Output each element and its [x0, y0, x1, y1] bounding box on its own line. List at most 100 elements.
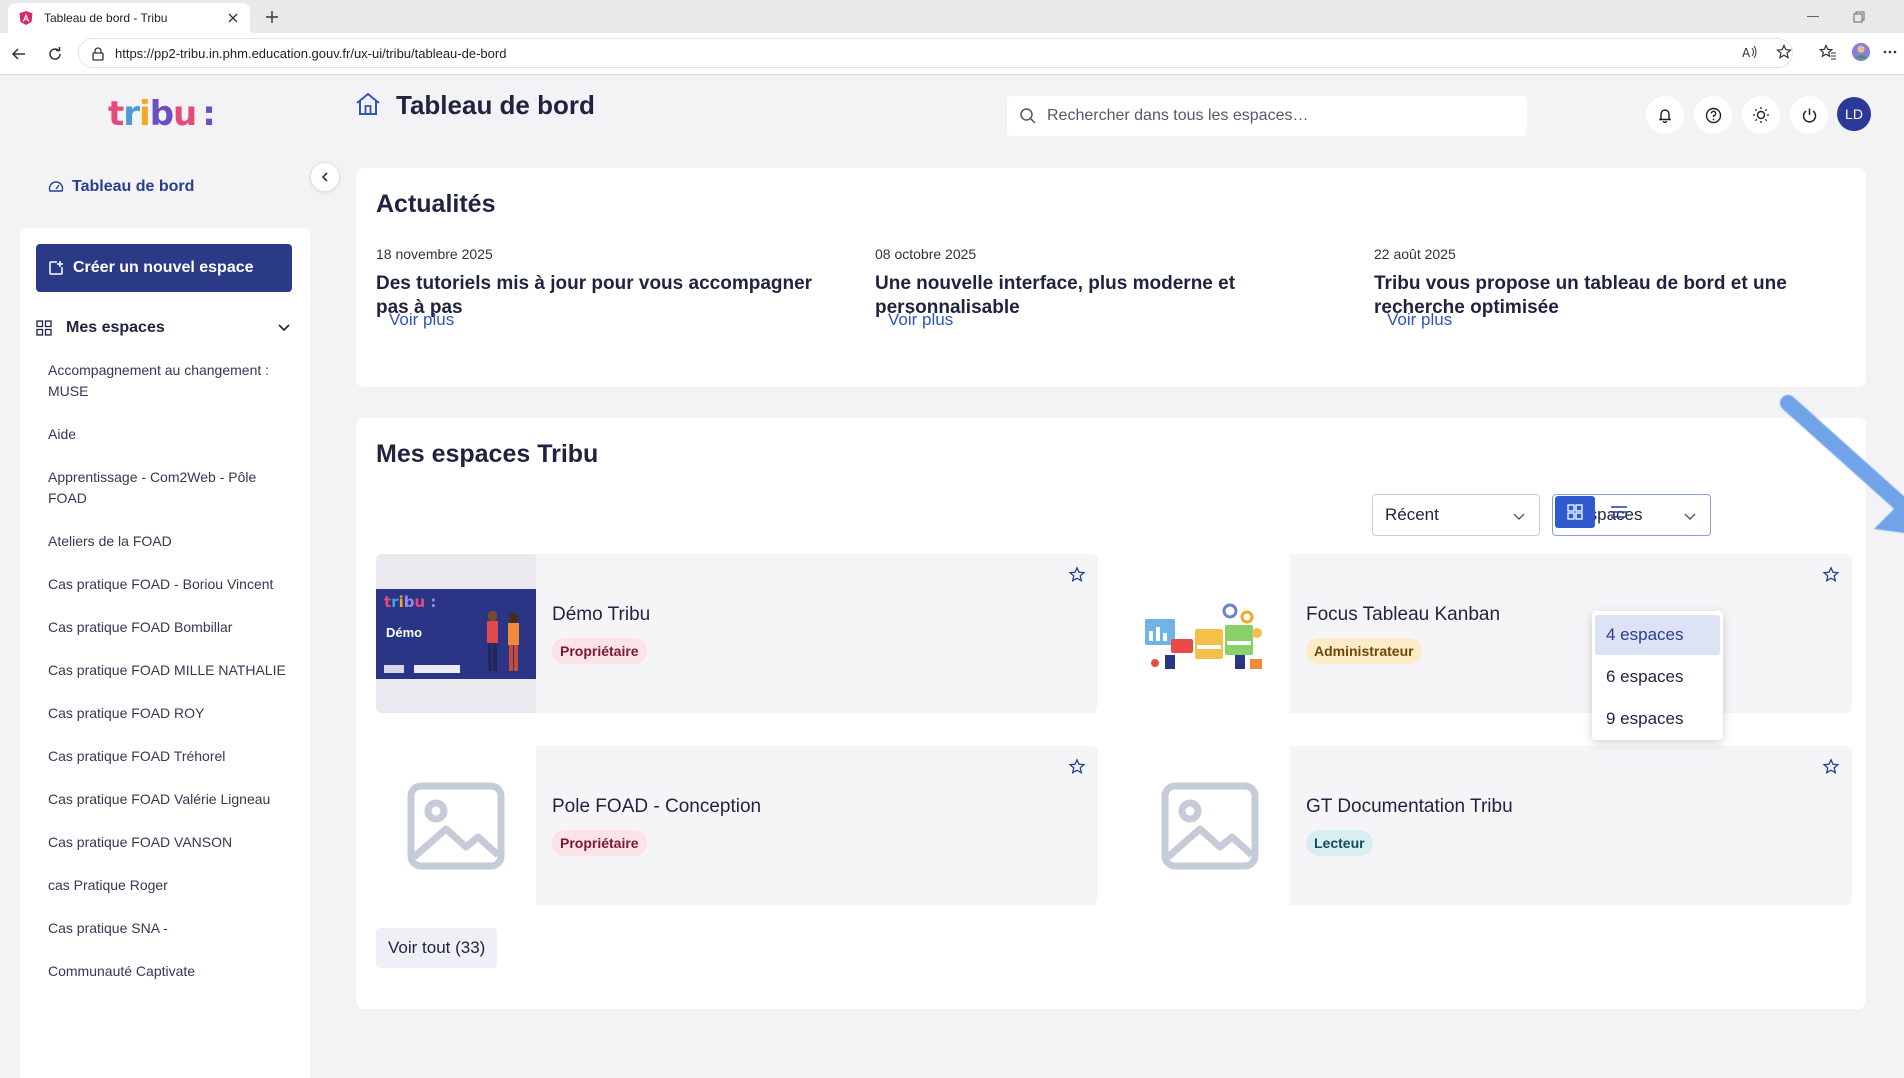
back-icon[interactable]: [8, 43, 30, 65]
logo-letter: b: [149, 94, 174, 134]
space-card-title: GT Documentation Tribu: [1306, 796, 1513, 817]
news-date: 22 août 2025: [1374, 246, 1456, 262]
espaces-title: Mes espaces Tribu: [376, 440, 599, 468]
new-tab-icon[interactable]: [260, 5, 284, 29]
help-icon: [1705, 107, 1721, 123]
power-icon: [1802, 108, 1816, 123]
mes-espaces-toggle[interactable]: Mes espaces: [36, 308, 292, 348]
sort-select-value: Récent: [1385, 505, 1439, 524]
notifications-button[interactable]: [1646, 96, 1684, 134]
favorite-star-icon[interactable]: [1068, 758, 1086, 776]
sidebar-espace-item[interactable]: Ateliers de la FOAD: [48, 531, 288, 552]
add-square-icon: [49, 261, 63, 275]
space-card[interactable]: Pole FOAD - Conception Propriétaire: [376, 746, 1098, 905]
role-badge: Administrateur: [1306, 638, 1422, 664]
favorite-star-icon[interactable]: [1068, 566, 1086, 584]
grid-icon: [36, 320, 52, 336]
space-card-title: Démo Tribu: [552, 604, 651, 625]
sidebar-espace-item[interactable]: cas Pratique Roger: [48, 875, 288, 896]
news-more-link[interactable]: Voir plus: [888, 310, 953, 330]
reload-icon[interactable]: [44, 43, 66, 65]
favorite-star-icon[interactable]: [1774, 42, 1794, 62]
close-tab-icon[interactable]: [224, 9, 242, 27]
space-thumbnail: [1130, 746, 1290, 905]
space-card-title: Focus Tableau Kanban: [1306, 604, 1501, 625]
mes-espaces-label: Mes espaces: [66, 319, 165, 336]
sidebar-espace-item[interactable]: Cas pratique FOAD VANSON: [48, 832, 288, 853]
svg-text:A: A: [1742, 46, 1751, 59]
angular-favicon-icon: [19, 11, 33, 25]
sidebar-espace-item[interactable]: Cas pratique FOAD Bombillar: [48, 617, 288, 638]
annotation-arrow-icon: [1780, 395, 1904, 533]
site-info-icon[interactable]: [90, 46, 106, 62]
sidebar-espace-item[interactable]: Accompagnement au changement : MUSE: [48, 360, 288, 402]
role-badge: Propriétaire: [552, 830, 647, 856]
count-option[interactable]: 4 espaces: [1595, 615, 1720, 655]
news-more-link[interactable]: Voir plus: [1387, 310, 1452, 330]
count-option[interactable]: 9 espaces: [1595, 699, 1720, 739]
space-card[interactable]: GT Documentation Tribu Lecteur: [1130, 746, 1852, 905]
news-item: 22 août 2025 Tribu vous propose un table…: [1374, 246, 1814, 320]
grid-view-button[interactable]: [1555, 496, 1595, 528]
dashboard-link[interactable]: Tableau de bord: [48, 178, 194, 196]
grid-view-icon: [1567, 504, 1583, 520]
page-title: Tableau de bord: [396, 90, 595, 120]
sidebar-espace-item[interactable]: Cas pratique SNA -: [48, 918, 288, 939]
space-thumbnail: [1130, 554, 1290, 713]
url-input[interactable]: https://pp2-tribu.in.phm.education.gouv.…: [78, 38, 1793, 68]
sidebar-panel: Créer un nouvel espace Mes espaces Accom…: [20, 228, 310, 1078]
profile-icon[interactable]: [1851, 42, 1871, 62]
sidebar-espace-item[interactable]: Apprentissage - Com2Web - Pôle FOAD: [48, 467, 288, 509]
sidebar-espace-item[interactable]: Cas pratique FOAD Tréhorel: [48, 746, 288, 767]
user-avatar[interactable]: LD: [1837, 97, 1871, 131]
search-placeholder: Rechercher dans tous les espaces…: [1047, 107, 1309, 124]
sidebar-espace-item[interactable]: Communauté Captivate: [48, 961, 288, 982]
more-menu-icon[interactable]: [1880, 42, 1900, 62]
sidebar-espace-item[interactable]: Cas pratique FOAD - Boriou Vincent: [48, 574, 288, 595]
sidebar-espace-item[interactable]: Cas pratique FOAD MILLE NATHALIE: [48, 660, 288, 681]
read-aloud-icon[interactable]: A: [1740, 42, 1760, 62]
minimize-icon[interactable]: [1790, 0, 1836, 33]
sort-select[interactable]: Récent: [1372, 494, 1540, 536]
chevron-down-icon: [278, 324, 290, 332]
thumbnail-text: Démo: [386, 625, 423, 640]
espace-list: Accompagnement au changement : MUSE Aide…: [48, 360, 288, 1004]
logout-button[interactable]: [1790, 96, 1828, 134]
logo-letter: r: [123, 94, 140, 134]
tribu-logo[interactable]: tribu:: [108, 94, 216, 134]
url-text: https://pp2-tribu.in.phm.education.gouv.…: [115, 45, 507, 61]
news-more-link[interactable]: Voir plus: [389, 310, 454, 330]
list-view-button[interactable]: [1599, 496, 1639, 528]
sun-icon: [1753, 107, 1769, 123]
view-all-button[interactable]: Voir tout (33): [376, 928, 498, 968]
favorite-star-icon[interactable]: [1822, 758, 1840, 776]
logo-letter: :: [202, 94, 216, 134]
create-space-button[interactable]: Créer un nouvel espace: [36, 244, 292, 292]
create-space-label: Créer un nouvel espace: [73, 259, 254, 276]
browser-tab[interactable]: Tableau de bord - Tribu: [8, 3, 250, 33]
logo-letter: i: [139, 94, 151, 134]
bell-icon: [1658, 109, 1672, 123]
logo-letter: u: [173, 94, 197, 134]
chevron-down-icon: [1684, 513, 1696, 520]
news-date: 08 octobre 2025: [875, 246, 977, 262]
role-badge: Lecteur: [1306, 830, 1373, 856]
tab-title: Tableau de bord - Tribu: [44, 11, 168, 25]
restore-icon[interactable]: [1836, 0, 1882, 33]
help-button[interactable]: [1694, 96, 1732, 134]
favorites-icon[interactable]: [1818, 42, 1838, 62]
count-option[interactable]: 6 espaces: [1595, 657, 1720, 697]
svg-text:tribu :: tribu :: [384, 593, 436, 611]
sidebar-espace-item[interactable]: Cas pratique FOAD ROY: [48, 703, 288, 724]
sidebar-espace-item[interactable]: Cas pratique FOAD Valérie Ligneau: [48, 789, 288, 810]
collapse-sidebar-button[interactable]: [310, 162, 340, 192]
news-item: 08 octobre 2025 Une nouvelle interface, …: [875, 246, 1335, 320]
theme-toggle-button[interactable]: [1742, 96, 1780, 134]
news-card: Actualités 18 novembre 2025 Des tutoriel…: [356, 168, 1866, 387]
space-card[interactable]: tribu : Démo Démo Tribu Propriétaire: [376, 554, 1098, 713]
search-input[interactable]: Rechercher dans tous les espaces…: [1007, 96, 1527, 136]
sidebar-espace-item[interactable]: Aide: [48, 424, 288, 445]
news-title: Actualités: [376, 190, 496, 218]
count-dropdown-menu: 4 espaces 6 espaces 9 espaces: [1592, 611, 1723, 740]
space-card[interactable]: Focus Tableau Kanban Administrateur: [1130, 554, 1852, 713]
